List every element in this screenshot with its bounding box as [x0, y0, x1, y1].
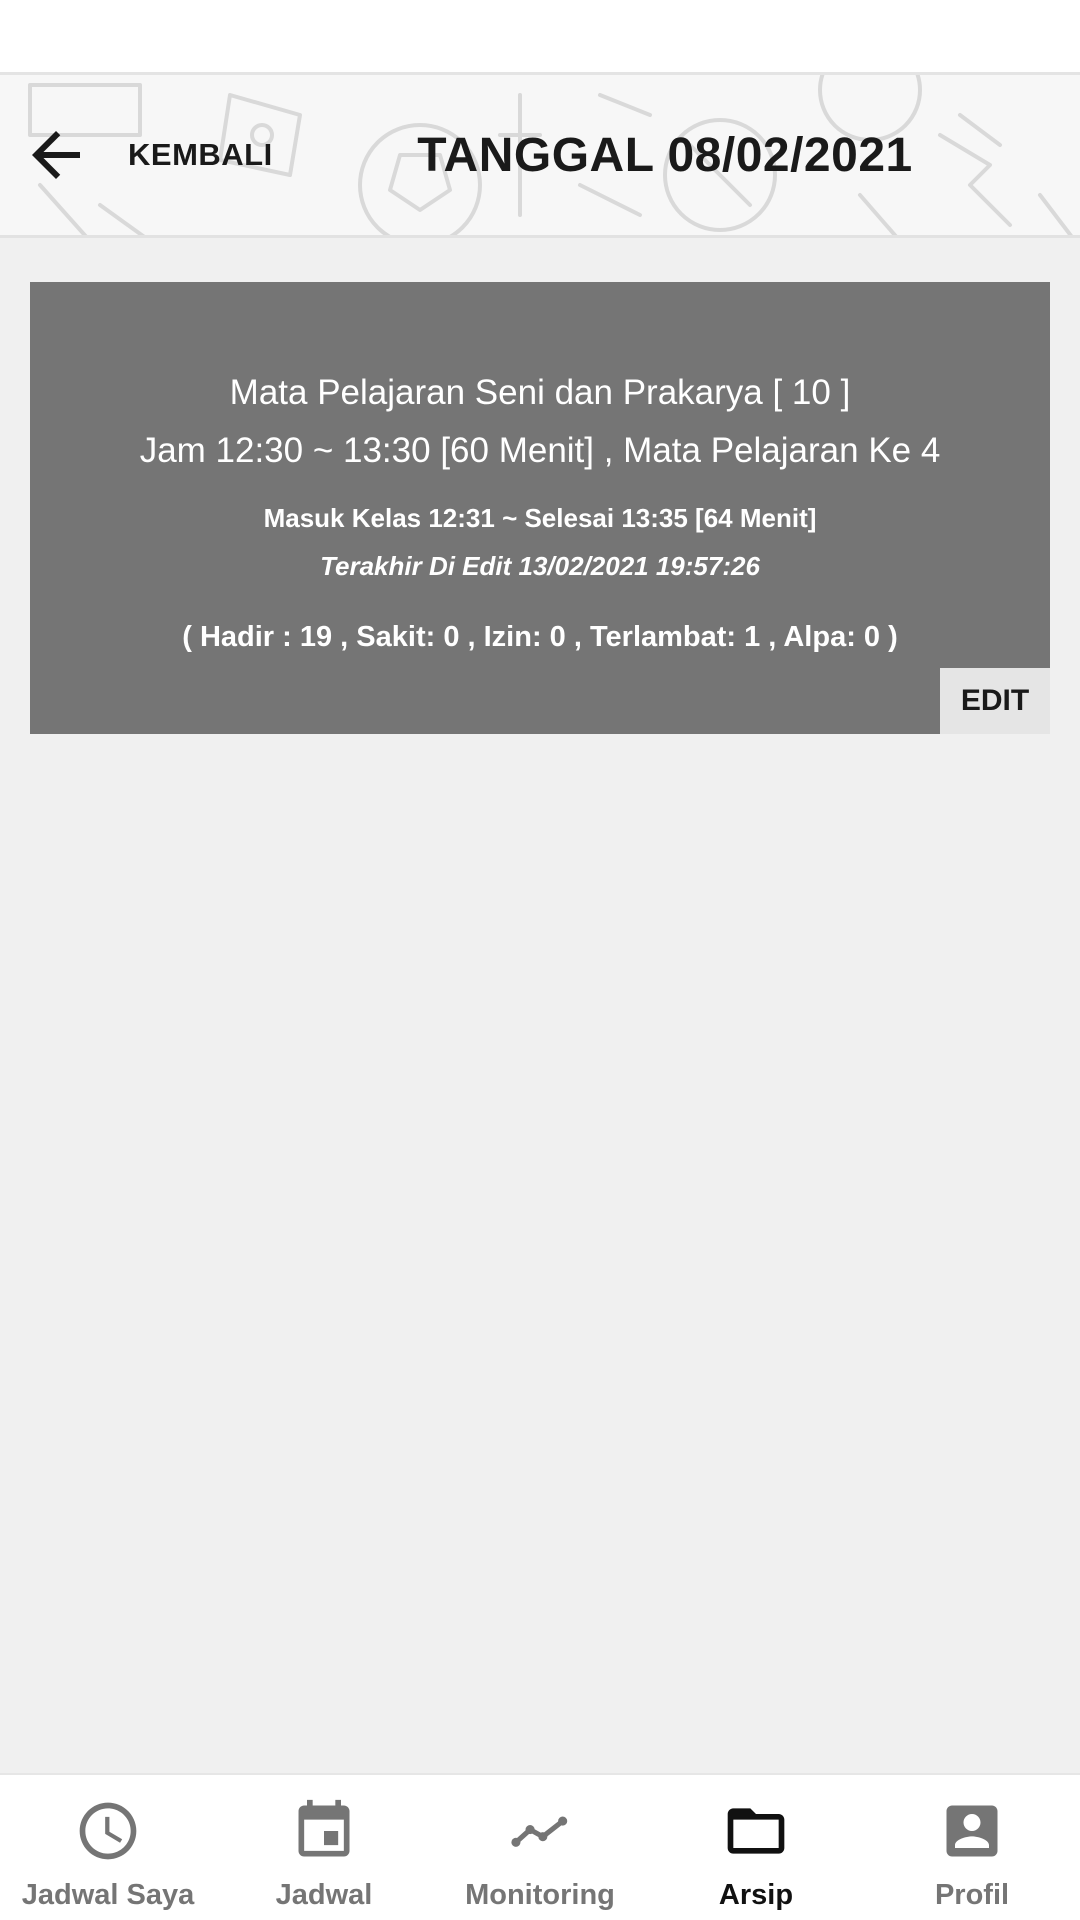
- back-label: KEMBALI: [128, 137, 273, 172]
- nav-item-profil[interactable]: Profil: [864, 1775, 1080, 1920]
- nav-label-jadwal: Jadwal: [275, 1879, 373, 1911]
- edit-button[interactable]: EDIT: [940, 668, 1050, 734]
- schedule-card: Mata Pelajaran Seni dan Prakarya [ 10 ] …: [30, 282, 1050, 734]
- nav-label-monitoring: Monitoring: [465, 1879, 615, 1911]
- clock-icon: [79, 1802, 137, 1860]
- nav-label-jadwal-saya: Jadwal Saya: [21, 1879, 195, 1911]
- nav-item-jadwal-saya[interactable]: Jadwal Saya: [0, 1775, 216, 1920]
- status-bar: [0, 0, 1080, 72]
- nav-item-monitoring[interactable]: Monitoring: [432, 1775, 648, 1920]
- account-box-icon: [946, 1805, 998, 1857]
- bottom-navigation: Jadwal Saya Jadwal Monitoring Arsip Prof…: [0, 1773, 1080, 1920]
- page-title: TANGGAL 08/02/2021: [417, 128, 913, 182]
- checkin-text: Masuk Kelas 12:31 ~ Selesai 13:35 [64 Me…: [263, 503, 817, 533]
- folder-icon: [727, 1808, 785, 1854]
- back-button[interactable]: KEMBALI: [20, 105, 273, 205]
- subject-text: Mata Pelajaran Seni dan Prakarya [ 10 ]: [229, 373, 851, 412]
- schedule-time-text: Jam 12:30 ~ 13:30 [60 Menit] , Mata Pela…: [139, 431, 941, 470]
- nav-label-arsip: Arsip: [718, 1879, 794, 1911]
- attendance-summary: ( Hadir : 19 , Sakit: 0 , Izin: 0 , Terl…: [182, 621, 898, 653]
- calendar-icon: [298, 1799, 350, 1857]
- last-edited-text: Terakhir Di Edit 13/02/2021 19:57:26: [320, 551, 760, 581]
- arrow-back-icon: [32, 131, 80, 179]
- nav-label-profil: Profil: [934, 1879, 1010, 1911]
- header-bar: KEMBALI TANGGAL 08/02/2021: [0, 72, 1080, 238]
- trending-line-icon: [511, 1816, 568, 1847]
- nav-item-jadwal[interactable]: Jadwal: [216, 1775, 432, 1920]
- nav-item-arsip[interactable]: Arsip: [648, 1775, 864, 1920]
